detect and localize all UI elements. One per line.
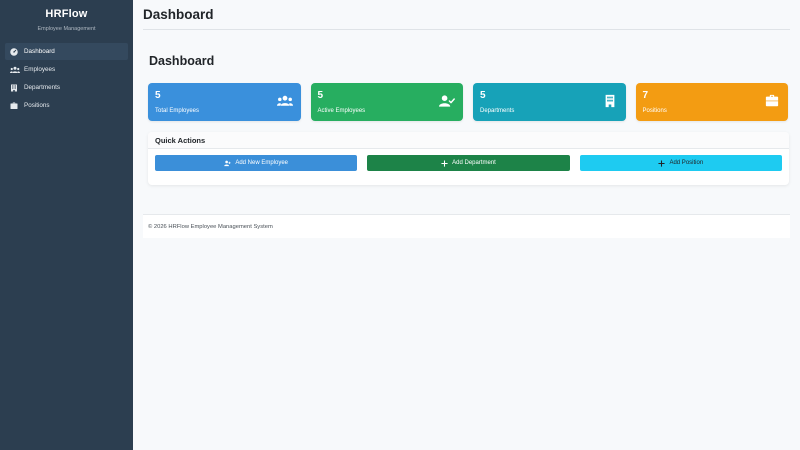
stat-label: Active Employees (317, 108, 366, 114)
button-label: Add New Employee (235, 160, 289, 166)
stat-label: Total Employees (155, 108, 200, 114)
user-check-icon (439, 95, 455, 107)
stat-value: 5 (155, 90, 161, 101)
stat-value: 7 (642, 90, 649, 101)
sidebar-nav: Dashboard Employees Departments Position… (0, 43, 133, 114)
briefcase-icon (765, 94, 779, 107)
footer: © 2026 HRFlow Employee Management System (143, 214, 790, 238)
stat-card-positions[interactable]: 7 Positions (635, 83, 788, 121)
add-position-button[interactable]: Add Position (579, 155, 782, 171)
stat-label: Positions (642, 108, 667, 114)
header-title: Dashboard (143, 7, 214, 22)
button-label: Add Position (669, 160, 704, 166)
sidebar-item-label: Departments (24, 84, 61, 91)
users-icon (276, 95, 293, 106)
quick-actions-card: Quick Actions Add New Employee Add Depar… (148, 132, 789, 185)
stat-card-active-employees[interactable]: 5 Active Employees (310, 83, 463, 121)
sidebar-item-label: Employees (24, 66, 56, 73)
plus-icon (441, 159, 448, 167)
brand: HRFlow Employee Management (0, 0, 133, 32)
sidebar-item-dashboard[interactable]: Dashboard (5, 43, 128, 60)
quick-actions-title: Quick Actions (148, 132, 789, 149)
stat-card-departments[interactable]: 5 Departments (473, 83, 626, 121)
sidebar-item-label: Positions (24, 102, 50, 109)
users-icon (10, 66, 20, 73)
button-label: Add Department (452, 160, 496, 166)
top-header: Dashboard (143, 0, 790, 30)
sidebar-item-label: Dashboard (24, 48, 55, 55)
add-department-button[interactable]: Add Department (367, 155, 570, 171)
user-plus-icon (224, 160, 231, 166)
plus-icon (658, 159, 666, 167)
sidebar: HRFlow Employee Management Dashboard Emp… (0, 0, 133, 450)
brand-subtitle: Employee Management (37, 26, 96, 32)
sidebar-item-positions[interactable]: Positions (5, 97, 128, 114)
footer-text: © 2026 HRFlow Employee Management System (148, 223, 273, 230)
stat-value: 5 (317, 90, 324, 101)
sidebar-item-employees[interactable]: Employees (5, 61, 128, 78)
stat-card-total-employees[interactable]: 5 Total Employees (148, 83, 301, 121)
building-icon (11, 84, 17, 91)
main-content: Dashboard Dashboard 5 Total Employees 5 … (133, 0, 800, 450)
quick-actions-buttons: Add New Employee Add Department Add Posi… (148, 149, 789, 177)
briefcase-icon (10, 102, 18, 109)
brand-title: HRFlow (45, 8, 88, 20)
add-new-employee-button[interactable]: Add New Employee (155, 155, 358, 171)
stat-value: 5 (480, 90, 486, 101)
stat-label: Departments (480, 108, 515, 114)
sidebar-item-departments[interactable]: Departments (5, 79, 128, 96)
stats-row: 5 Total Employees 5 Active Employees 5 D… (148, 83, 788, 121)
building-icon (605, 94, 614, 108)
page-title: Dashboard (149, 54, 215, 68)
dashboard-icon (10, 47, 18, 56)
